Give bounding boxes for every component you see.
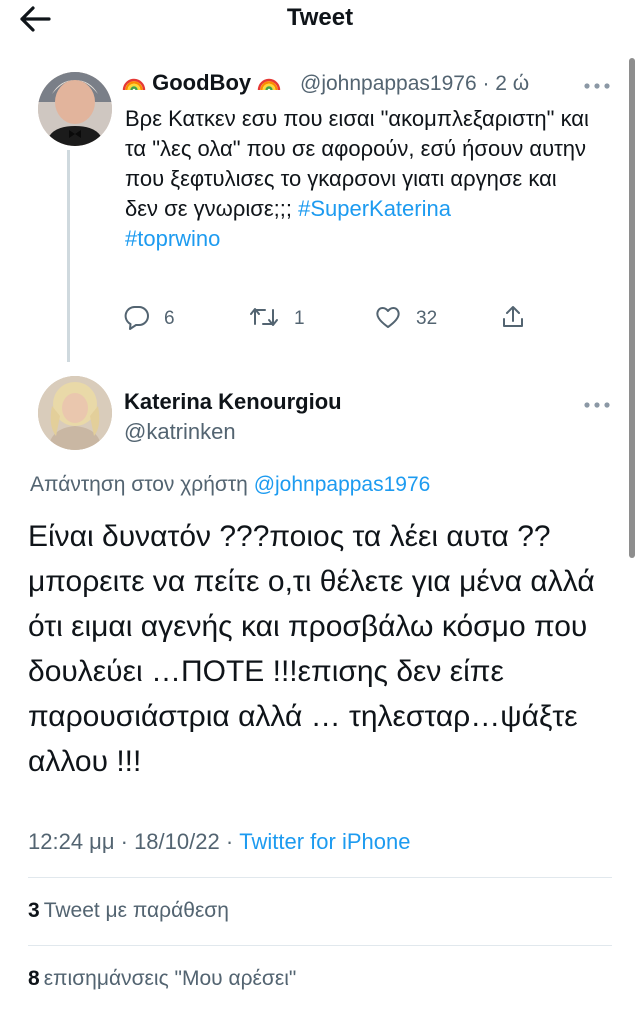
share-icon [500, 304, 526, 335]
likes-count: 8 [28, 967, 40, 990]
more-options-icon[interactable] [583, 397, 611, 408]
quote-label: Tweet με παράθεση [43, 899, 229, 922]
display-name: GoodBoy [152, 70, 252, 95]
avatar[interactable] [38, 72, 112, 146]
tweet-meta: 12:24 μμ · 18/10/22 · Twitter for iPhone [28, 829, 410, 855]
quote-count: 3 [28, 899, 40, 922]
divider [28, 945, 612, 946]
replying-to-label: Απάντηση στον χρήστη [30, 473, 254, 496]
rainbow-icon [122, 70, 152, 95]
rainbow-icon [251, 70, 281, 95]
avatar[interactable] [38, 376, 112, 450]
tweet-text: Είναι δυνατόν ???ποιος τα λέει αυτα ?? μ… [28, 520, 595, 778]
tweet-text: Βρε Κατκεν εσυ που εισαι "ακομπλεξαριστη… [125, 104, 595, 254]
heart-icon [374, 304, 402, 335]
reply-icon [124, 304, 150, 335]
retweet-button[interactable]: 1 [248, 305, 305, 333]
likes-label: επισημάνσεις "Μου αρέσει" [43, 967, 297, 990]
author-name[interactable]: Katerina Kenourgiou [124, 389, 342, 415]
retweet-count: 1 [294, 308, 305, 329]
divider [28, 877, 612, 878]
more-options-icon[interactable] [583, 78, 611, 89]
thread-line [67, 150, 70, 362]
mention-link[interactable]: @johnpappas1976 [254, 473, 431, 496]
reply-button[interactable]: 6 [124, 305, 175, 333]
retweet-icon [248, 304, 280, 335]
reply-count: 6 [164, 308, 175, 329]
hashtag-link[interactable]: #toprwino [125, 226, 220, 251]
tweet-page: Tweet GoodBoy @johnpappas1976 · 2 ώ Βρε … [0, 0, 640, 1015]
likes-link[interactable]: 8 επισημάνσεις "Μου αρέσει" [28, 967, 296, 991]
author-name[interactable]: GoodBoy [122, 70, 281, 96]
quote-tweets-link[interactable]: 3 Tweet με παράθεση [28, 899, 229, 923]
like-count: 32 [416, 308, 438, 329]
page-title: Tweet [286, 4, 354, 31]
scrollbar[interactable] [629, 58, 635, 558]
replying-to: Απάντηση στον χρήστη @johnpappas1976 [30, 473, 430, 497]
tweet-timestamp[interactable]: 12:24 μμ · 18/10/22 · [28, 829, 239, 854]
share-button[interactable] [500, 305, 526, 333]
author-handle[interactable]: @katrinken [124, 419, 236, 445]
source-link[interactable]: Twitter for iPhone [239, 829, 410, 854]
like-button[interactable]: 32 [374, 305, 437, 333]
top-bar: Tweet [0, 0, 640, 40]
hashtag-link[interactable]: #SuperKaterina [298, 196, 451, 221]
handle-and-time[interactable]: @johnpappas1976 · 2 ώ [300, 72, 529, 96]
